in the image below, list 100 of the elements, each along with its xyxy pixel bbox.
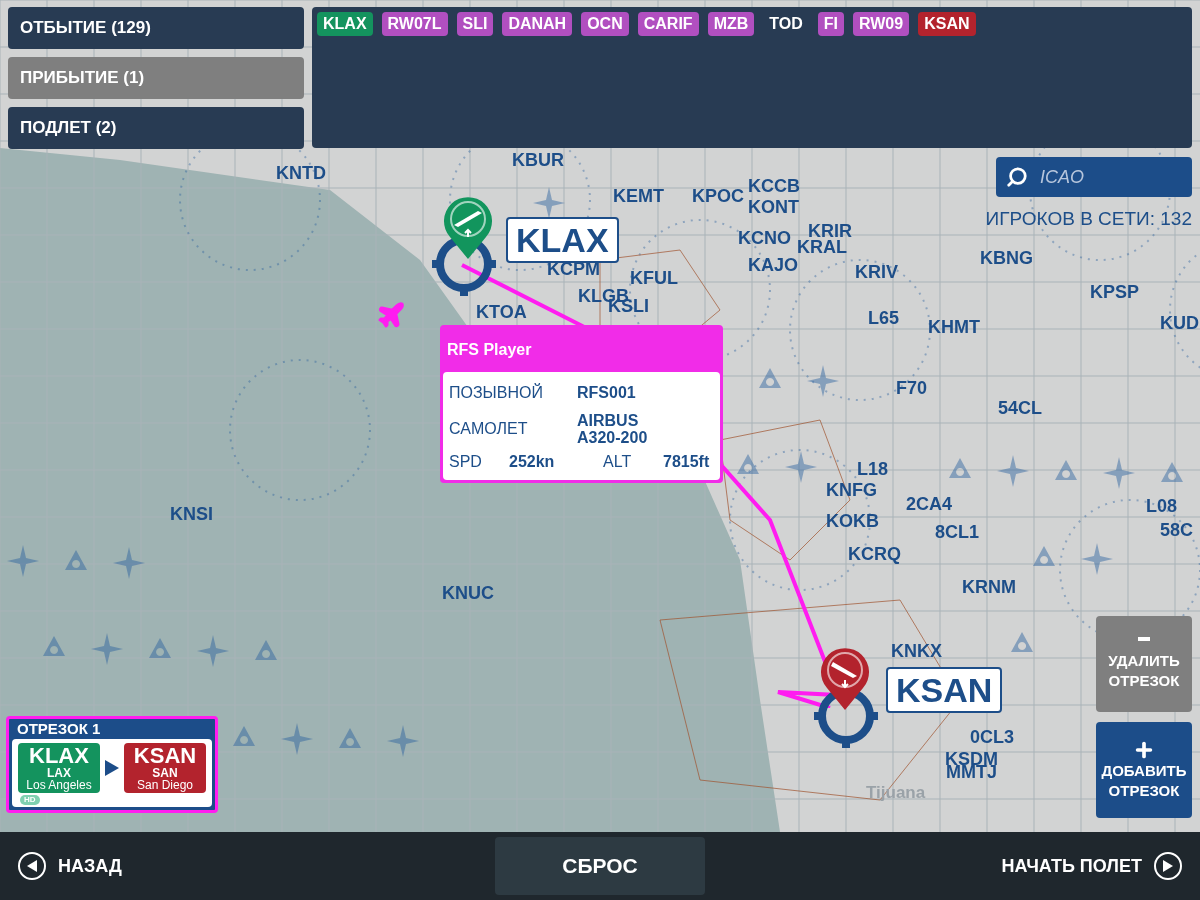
city-name: San Diego	[136, 779, 193, 791]
aircraft-label: САМОЛЕТ	[449, 419, 529, 439]
airport-label: KBNG	[980, 249, 1033, 267]
airport-label: KTOA	[476, 303, 527, 321]
route-tag[interactable]: RW07L	[381, 12, 448, 36]
online-count: ИГРОКОВ В СЕТИ: 132	[985, 207, 1192, 231]
route-tag[interactable]: RW09	[853, 12, 910, 36]
route-tag[interactable]: KSAN	[918, 12, 976, 36]
city-label: Tijuana	[866, 782, 926, 804]
navaid-icon	[113, 547, 145, 579]
airport-label: KNTD	[276, 164, 326, 182]
hd-badge: HD	[20, 795, 40, 805]
navaid-icon	[197, 635, 229, 667]
navaid-icon	[997, 455, 1029, 487]
navaid-icon	[387, 725, 419, 757]
airport-label: KRNM	[962, 578, 1016, 596]
airport-label: 58C	[1160, 521, 1194, 539]
minus-icon	[1138, 637, 1150, 641]
icao-code: KSAN	[133, 745, 197, 767]
speed-label: SPD	[449, 452, 483, 472]
airport-label: KAJO	[748, 256, 798, 274]
arrow-icon	[105, 760, 119, 776]
airport-label: KNUC	[442, 584, 494, 602]
airport-label: 2CA4	[906, 495, 953, 513]
altitude-value: 7815ft	[663, 452, 710, 472]
popup-title: RFS Player	[446, 340, 533, 360]
callsign-value: RFS001	[577, 383, 636, 403]
airport-callout[interactable]: KLAX	[506, 217, 619, 263]
waypoint-icon	[949, 458, 971, 478]
callsign-label: ПОЗЫВНОЙ	[449, 382, 544, 403]
waypoint-icon	[1011, 632, 1033, 652]
route-tag[interactable]: CARIF	[637, 12, 699, 36]
airport-label: KUD	[1160, 314, 1199, 332]
waypoint-icon	[1055, 460, 1077, 480]
navaid-icon	[91, 633, 123, 665]
route-tag[interactable]: DANAH	[502, 12, 573, 36]
plus-icon	[1133, 739, 1155, 761]
navaid-icon	[281, 723, 313, 755]
route-tag[interactable]: FI	[817, 12, 844, 36]
waypoint-icon	[1033, 546, 1055, 566]
speed-value: 252kn	[509, 452, 556, 472]
airport-label: F70	[896, 379, 928, 397]
search-field[interactable]: ICAO	[996, 157, 1192, 197]
mode-tab[interactable]: ОТБЫТИЕ (129)	[8, 7, 304, 49]
airport-label: KCRQ	[848, 545, 901, 563]
navaid-icon	[1081, 543, 1113, 575]
airport-label: 0CL3	[970, 728, 1014, 746]
mode-tab[interactable]: ПОДЛЕТ (2)	[8, 107, 304, 149]
airport-label: KNSI	[170, 505, 213, 523]
mode-tab[interactable]: ПРИБЫТИЕ (1)	[8, 57, 304, 99]
waypoint-icon	[339, 728, 361, 748]
start-icon	[1154, 852, 1182, 880]
route-tag[interactable]: TOD	[763, 12, 809, 36]
airport-label: KFUL	[630, 269, 678, 287]
airport-label: KHMT	[928, 318, 980, 336]
airport-label: L65	[868, 309, 900, 327]
airport-label: 54CL	[998, 399, 1042, 417]
route-tag[interactable]: OCN	[581, 12, 629, 36]
iata-code: LAX	[47, 767, 71, 779]
waypoint-icon	[737, 454, 759, 474]
add-segment-button[interactable]: ДОБАВИТЬ ОТРЕЗОК	[1096, 722, 1192, 818]
waypoint-icon	[1161, 462, 1183, 482]
navaid-icon	[807, 365, 839, 397]
route-tag[interactable]: KLAX	[317, 12, 373, 36]
waypoint-icon	[149, 638, 171, 658]
navaid-icon	[7, 545, 39, 577]
airport-label: KNKX	[891, 642, 942, 660]
search-icon	[1006, 166, 1028, 188]
airport-label: KOKB	[826, 512, 879, 530]
airport-label: KBUR	[512, 151, 564, 169]
navaid-icon	[533, 187, 565, 219]
airport-label: KRIV	[855, 263, 898, 281]
navaid-icon	[785, 451, 817, 483]
airport-label: KPOC	[692, 187, 744, 205]
back-button[interactable]: НАЗАД	[18, 852, 218, 880]
start-flight-button[interactable]: НАЧАТЬ ПОЛЕТ	[982, 852, 1182, 880]
waypoint-icon	[759, 368, 781, 388]
waypoint-icon	[233, 726, 255, 746]
segment-card[interactable]: ОТРЕЗОК 1 KLAX LAX Los Angeles KSAN SAN San Diego HD	[6, 716, 218, 813]
airport-label: L18	[857, 460, 889, 478]
navaid-icon	[1103, 457, 1135, 489]
airport-label: L08	[1146, 497, 1178, 515]
iata-code: SAN	[152, 767, 178, 779]
altitude-label: ALT	[603, 452, 633, 472]
aircraft-value: AIRBUS A320-200	[577, 412, 649, 446]
route-tag[interactable]: SLI	[456, 12, 494, 36]
waypoint-icon	[65, 550, 87, 570]
airport-label: KEMT	[613, 187, 664, 205]
airport-label: KRIR	[808, 222, 852, 240]
route-tag[interactable]: MZB	[707, 12, 755, 36]
airport-label: KRAL	[797, 238, 847, 256]
reset-button[interactable]: СБРОС	[495, 837, 705, 895]
airport-label: KNFG	[826, 481, 877, 499]
airport-callout[interactable]: KSAN	[886, 667, 1003, 713]
airport-label: 8CL1	[935, 523, 979, 541]
waypoint-icon	[43, 636, 65, 656]
airport-label: KPSP	[1090, 283, 1140, 301]
city-name: Los Angeles	[26, 779, 92, 791]
airport-label: KONT	[748, 198, 799, 216]
waypoint-icon	[255, 640, 277, 660]
